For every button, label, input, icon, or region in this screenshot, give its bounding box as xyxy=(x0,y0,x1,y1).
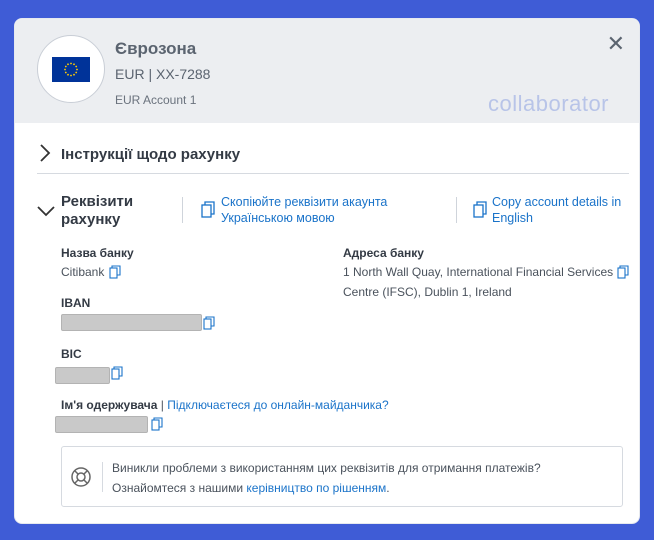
platform-link[interactable]: Підключаєтеся до онлайн-майданчика? xyxy=(167,398,388,412)
modal-header: Єврозона EUR | XX-7288 EUR Account 1 ✕ c… xyxy=(15,19,639,123)
copy-details-english-link[interactable]: Copy account details in English xyxy=(492,194,627,226)
copy-icon[interactable] xyxy=(617,265,629,279)
help-text: Виникли проблеми з використанням цих рек… xyxy=(112,458,612,498)
chevron-right-icon xyxy=(40,144,51,162)
account-currency-number: EUR | XX-7288 xyxy=(115,66,211,82)
bic-masked-value xyxy=(55,367,110,384)
currency-avatar xyxy=(37,35,105,103)
bic-label: BIC xyxy=(61,347,82,361)
section-instructions[interactable]: Інструкції щодо рахунку xyxy=(37,134,629,174)
chevron-down-icon[interactable] xyxy=(36,205,56,217)
beneficiary-label-text: Ім'я одержувача xyxy=(61,398,158,412)
copy-doc-icon[interactable] xyxy=(201,201,215,219)
beneficiary-label: Ім'я одержувача | Підключаєтеся до онлай… xyxy=(61,398,389,412)
divider xyxy=(456,197,457,223)
eu-flag-icon xyxy=(52,56,90,82)
beneficiary-separator: | xyxy=(160,398,164,412)
iban-label: IBAN xyxy=(61,296,91,310)
help-box: Виникли проблеми з використанням цих рек… xyxy=(61,446,623,507)
bank-name-label: Назва банку xyxy=(61,246,134,260)
bank-address-label: Адреса банку xyxy=(343,246,424,260)
divider xyxy=(102,462,103,492)
collaborator-watermark: collaborator xyxy=(488,91,609,116)
section-details-label[interactable]: Реквізити рахунку xyxy=(61,193,171,229)
copy-icon[interactable] xyxy=(109,265,121,279)
account-name: EUR Account 1 xyxy=(115,93,197,107)
help-line-1: Виникли проблеми з використанням цих рек… xyxy=(112,461,541,475)
close-icon[interactable]: ✕ xyxy=(607,31,625,57)
account-title: Єврозона xyxy=(115,39,197,58)
section-instructions-label: Інструкції щодо рахунку xyxy=(61,146,241,163)
solutions-guide-link[interactable]: керівництво по рішенням xyxy=(246,481,386,495)
copy-details-ukrainian-link[interactable]: Скопіюйте реквізити акаунта Українською … xyxy=(221,194,411,226)
copy-icon[interactable] xyxy=(111,366,123,380)
lifebuoy-icon xyxy=(71,467,91,487)
copy-icon[interactable] xyxy=(151,417,163,431)
iban-masked-value xyxy=(61,314,202,331)
divider xyxy=(182,197,183,223)
bank-address-value: 1 North Wall Quay, International Financi… xyxy=(343,265,614,299)
help-line-2: Ознайомтеся з нашими керівництво по ріше… xyxy=(112,478,612,498)
help-line-2-prefix: Ознайомтеся з нашими xyxy=(112,481,247,495)
bank-name-value: Citibank xyxy=(61,265,105,279)
beneficiary-masked-value xyxy=(55,416,148,433)
copy-doc-icon[interactable] xyxy=(473,201,487,219)
account-details-modal: Єврозона EUR | XX-7288 EUR Account 1 ✕ c… xyxy=(14,18,640,524)
copy-icon[interactable] xyxy=(203,316,215,330)
help-line-2-suffix: . xyxy=(386,481,390,495)
